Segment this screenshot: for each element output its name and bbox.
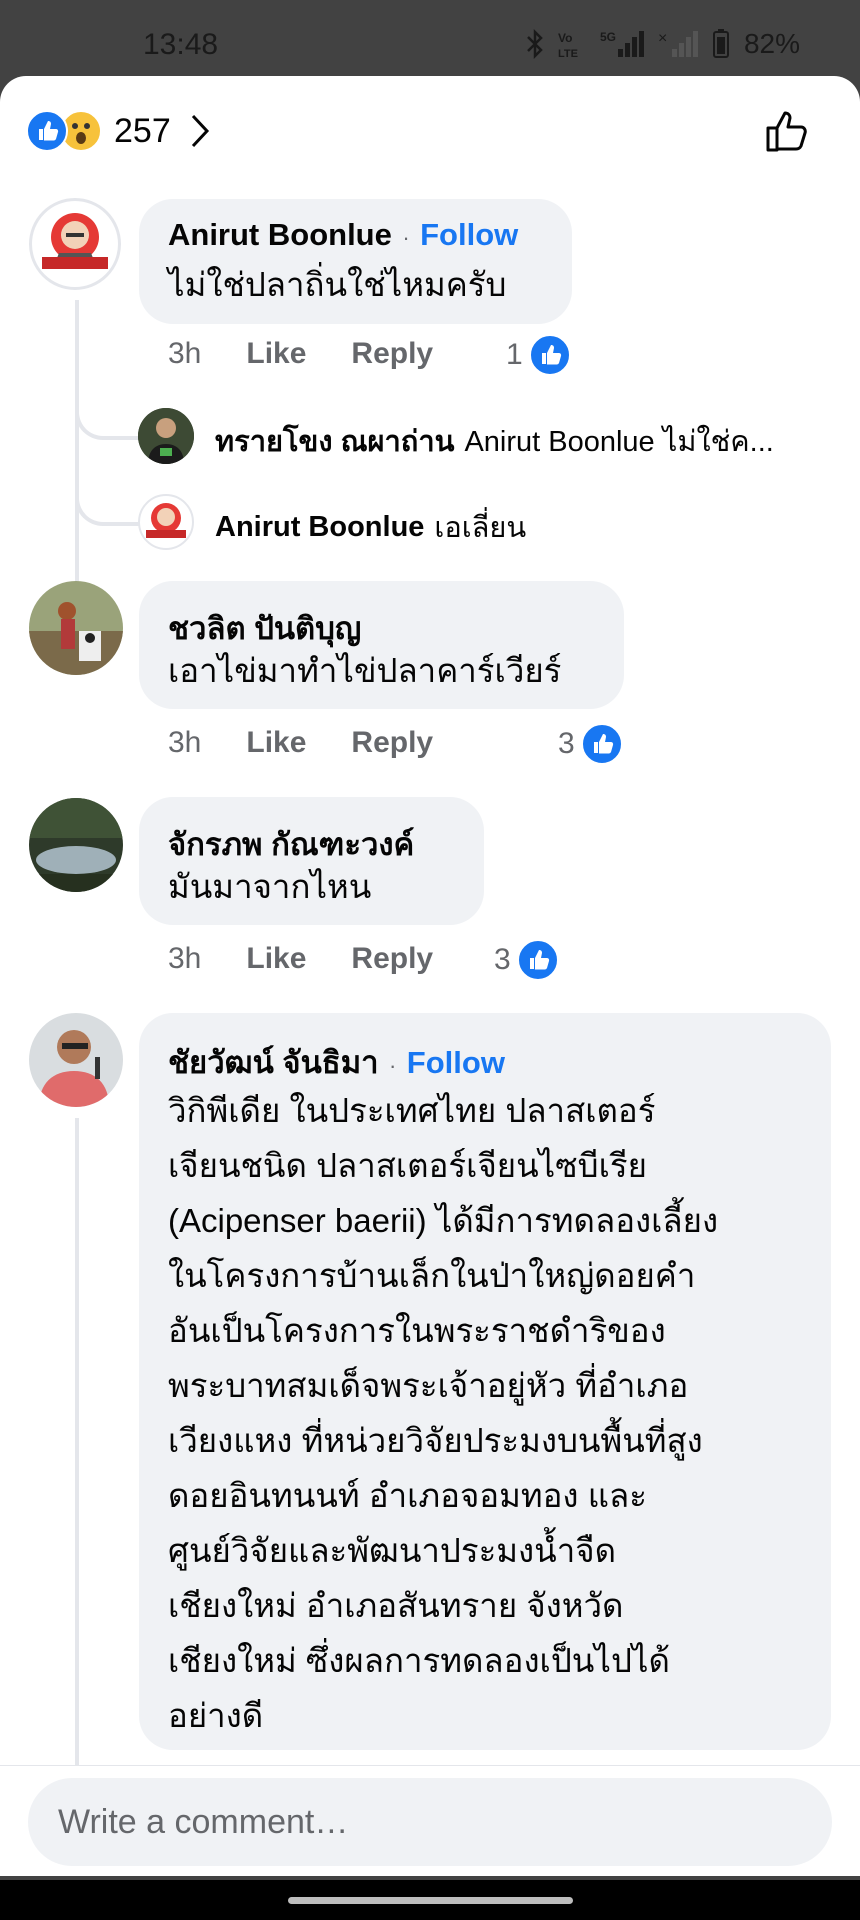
svg-text:5G: 5G: [600, 30, 616, 44]
comment-text: วิกิพีเดีย ในประเทศไทย ปลาสเตอร์ เจียนชน…: [168, 1083, 718, 1743]
reply-button[interactable]: Reply: [351, 942, 433, 976]
comment-line: วิกิพีเดีย ในประเทศไทย ปลาสเตอร์: [168, 1092, 656, 1129]
chevron-right-icon: [191, 114, 209, 148]
svg-text:LTE: LTE: [558, 48, 578, 59]
comment-like-count[interactable]: 1: [506, 334, 571, 376]
follow-button[interactable]: Follow: [407, 1045, 505, 1080]
comment-bubble[interactable]: จักรภพ กัณฑะวงค์ มันมาจากไหน: [139, 797, 484, 925]
comment-text: มันมาจากไหน: [168, 868, 372, 905]
comment-like-count[interactable]: 3: [558, 723, 623, 765]
comment-time: 3h: [168, 337, 202, 370]
comment-composer: Write a comment…: [0, 1765, 860, 1876]
follow-button[interactable]: Follow: [420, 217, 518, 252]
thumbs-up-icon: [766, 111, 807, 152]
comment-actions: 3h Like Reply: [168, 726, 433, 760]
home-gesture-handle[interactable]: [288, 1897, 573, 1904]
like-reaction-icon: [26, 110, 68, 152]
comment-line: ศูนย์วิจัยและพัฒนาประมงน้ำจืด: [168, 1532, 617, 1569]
avatar-image: [29, 581, 123, 675]
like-button[interactable]: Like: [246, 942, 306, 976]
reply-button[interactable]: Reply: [351, 337, 433, 371]
separator-dot: ·: [402, 225, 410, 250]
reply-author[interactable]: Anirut Boonlue: [215, 511, 424, 544]
comment-line: อันเป็นโครงการในพระราชดำริของ: [168, 1312, 666, 1349]
comment-line: พระบาทสมเด็จพระเจ้าอยู่หัว ที่อำเภอ: [168, 1367, 689, 1404]
status-time: 13:48: [143, 28, 219, 61]
comment-like-count[interactable]: 3: [494, 939, 559, 981]
svg-text:Vo: Vo: [558, 31, 572, 45]
status-bar: 13:48 Vo LTE 5G × 82%: [0, 0, 860, 76]
comment-time: 3h: [168, 726, 202, 759]
bluetooth-icon: [527, 29, 543, 59]
comment-bubble[interactable]: ชัยวัฒน์ จันธิมา · Follow วิกิพีเดีย ในป…: [139, 1013, 831, 1750]
svg-text:×: ×: [658, 30, 667, 47]
avatar-image: [146, 503, 186, 538]
comment-line: อย่างดี: [168, 1697, 264, 1734]
reply-avatar[interactable]: [138, 408, 194, 464]
comment-text: ไม่ใช่ปลาถิ่นใช่ไหมครับ: [168, 266, 507, 303]
reply-item[interactable]: Anirut Boonlue เอเลี่ยน: [215, 504, 526, 550]
comment-time: 3h: [168, 942, 202, 975]
avatar-image: [29, 1013, 123, 1107]
like-post-button[interactable]: [762, 106, 812, 161]
reply-text: เอเลี่ยน: [434, 512, 527, 544]
comment-text: เอาไข่มาทำไข่ปลาคาร์เวียร์: [168, 652, 562, 689]
battery-icon: [712, 29, 729, 58]
avatar[interactable]: [29, 198, 121, 290]
thread-line: [75, 1118, 79, 1838]
comment-line: เชียงใหม่ ซึ่งผลการทดลองเป็นไปได้: [168, 1642, 670, 1679]
like-reaction-icon: [516, 939, 559, 981]
avatar[interactable]: [29, 581, 123, 675]
like-button[interactable]: Like: [246, 337, 306, 371]
like-reaction-icon: [580, 723, 623, 765]
thread-line: [75, 300, 79, 600]
comment-line: ในโครงการบ้านเล็กในป่าใหญ่ดอยคำ: [168, 1257, 696, 1294]
volte-icon: Vo LTE: [558, 31, 578, 59]
comment-actions: 3h Like Reply: [168, 337, 433, 371]
thread-branch: [75, 482, 139, 526]
avatar[interactable]: [29, 798, 123, 892]
reply-author[interactable]: ทรายโขง ณผาถ่าน: [215, 418, 454, 464]
comment-line: (Acipenser baerii) ได้มีการทดลองเลี้ยง: [168, 1202, 719, 1239]
signal-weak-icon: ×: [658, 30, 698, 57]
reply-text: Anirut Boonlue ไม่ใช่ค...: [464, 426, 774, 458]
system-navigation-bar: [0, 1880, 860, 1920]
avatar-image: [138, 408, 194, 464]
comments-sheet: 257 Anirut Boonlue · Follow ไม่ใช่ปลาถิ่…: [0, 76, 860, 1876]
like-reaction-icon: [528, 334, 571, 376]
status-icons: Vo LTE 5G × 82%: [526, 28, 800, 60]
comment-actions: 3h Like Reply: [168, 942, 433, 976]
comment-line: ดอยอินทนนท์ อำเภอจอมทอง และ: [168, 1477, 647, 1514]
comment-input[interactable]: Write a comment…: [28, 1778, 832, 1866]
comment-bubble[interactable]: Anirut Boonlue · Follow ไม่ใช่ปลาถิ่นใช่…: [139, 199, 572, 324]
avatar-image: [35, 204, 115, 284]
avatar[interactable]: [29, 1013, 123, 1107]
avatar-image: [29, 798, 123, 892]
like-button[interactable]: Like: [246, 726, 306, 760]
reaction-count: 257: [114, 111, 171, 150]
like-count-value: 3: [558, 727, 575, 760]
signal-5g-icon: 5G: [600, 30, 644, 57]
reply-item[interactable]: ทรายโขง ณผาถ่าน Anirut Boonlue ไม่ใช่ค..…: [215, 418, 774, 464]
comment-line: เวียงแหง ที่หน่วยวิจัยประมงบนพื้นที่สูง: [168, 1422, 703, 1459]
comment-line: เชียงใหม่ อำเภอสันทราย จังหวัด: [168, 1587, 624, 1624]
comment-bubble[interactable]: ชวลิต ปันติบุญ เอาไข่มาทำไข่ปลาคาร์เวียร…: [139, 581, 624, 709]
thread-branch: [75, 396, 139, 440]
commenter-name[interactable]: ชัยวัฒน์ จันธิมา: [168, 1045, 379, 1080]
like-count-value: 3: [494, 943, 511, 976]
reply-avatar[interactable]: [138, 494, 194, 550]
reactions-summary[interactable]: 257: [26, 110, 211, 152]
reply-button[interactable]: Reply: [351, 726, 433, 760]
separator-dot: ·: [389, 1053, 397, 1078]
like-count-value: 1: [506, 338, 523, 371]
comment-line: เจียนชนิด ปลาสเตอร์เจียนไซบีเรีย: [168, 1147, 647, 1184]
battery-percent: 82%: [743, 28, 800, 59]
commenter-name[interactable]: Anirut Boonlue: [168, 217, 392, 252]
